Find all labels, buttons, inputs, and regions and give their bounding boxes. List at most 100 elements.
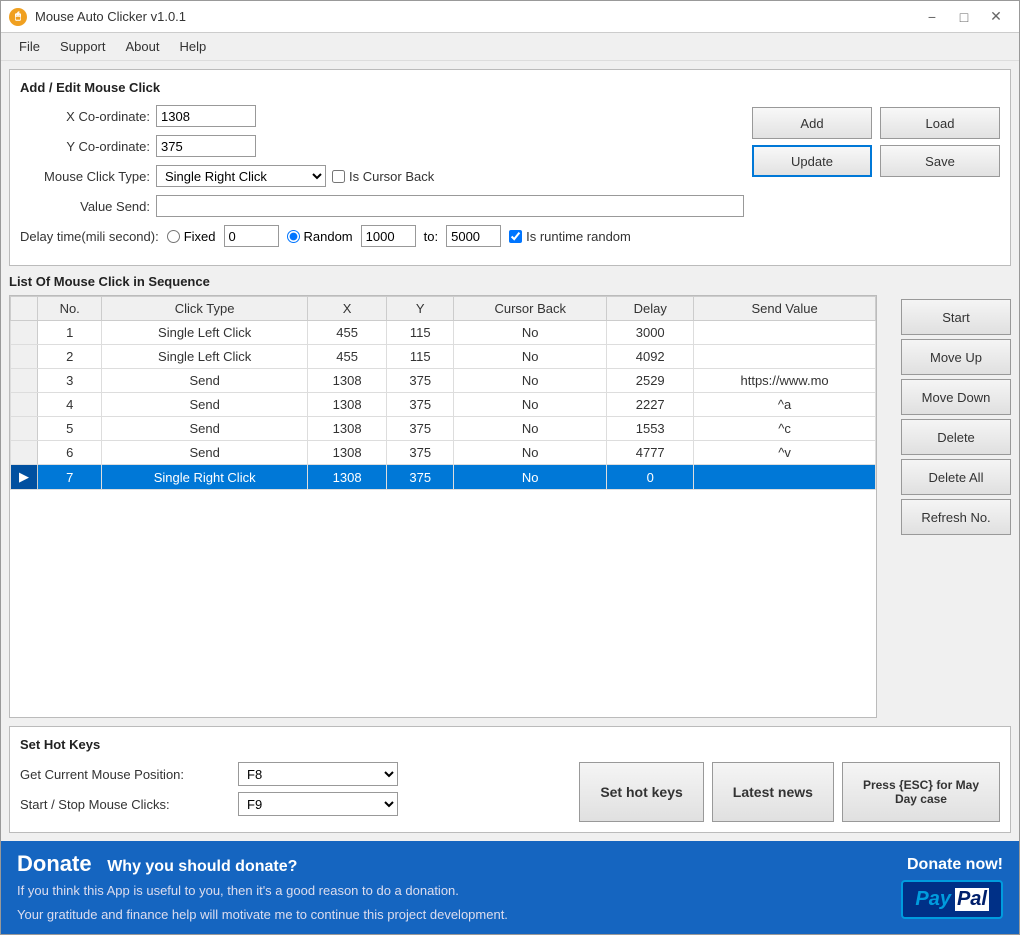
save-button[interactable]: Save bbox=[880, 145, 1000, 177]
load-button[interactable]: Load bbox=[880, 107, 1000, 139]
table-row[interactable]: 6Send1308375No4777^v bbox=[11, 441, 876, 465]
row-cell: 2529 bbox=[607, 369, 694, 393]
table-section-wrapper: List Of Mouse Click in Sequence No. Clic… bbox=[9, 274, 1011, 718]
row-cell: 0 bbox=[607, 465, 694, 490]
start-button[interactable]: Start bbox=[901, 299, 1011, 335]
delete-button[interactable]: Delete bbox=[901, 419, 1011, 455]
row-cell: 4 bbox=[38, 393, 102, 417]
row-cell: 375 bbox=[387, 441, 454, 465]
add-edit-title: Add / Edit Mouse Click bbox=[20, 80, 1000, 95]
value-send-input[interactable] bbox=[156, 195, 744, 217]
add-button[interactable]: Add bbox=[752, 107, 872, 139]
row-cell: ^c bbox=[694, 417, 876, 441]
press-esc-button[interactable]: Press {ESC} for MayDay case bbox=[842, 762, 1000, 822]
row-cell: Single Right Click bbox=[102, 465, 308, 490]
paypal-pay-text: Pay bbox=[915, 888, 951, 911]
random-radio-label[interactable]: Random bbox=[287, 229, 353, 244]
col-y: Y bbox=[387, 297, 454, 321]
menu-file[interactable]: File bbox=[9, 35, 50, 58]
cursor-back-checkbox[interactable] bbox=[332, 170, 345, 183]
fixed-radio[interactable] bbox=[167, 230, 180, 243]
row-arrow bbox=[11, 393, 38, 417]
menu-about[interactable]: About bbox=[116, 35, 170, 58]
menu-support[interactable]: Support bbox=[50, 35, 116, 58]
value-send-row: Value Send: bbox=[20, 195, 744, 217]
row-cell: 3000 bbox=[607, 321, 694, 345]
col-delay: Delay bbox=[607, 297, 694, 321]
row-cell: 455 bbox=[307, 345, 386, 369]
table-row[interactable]: 3Send1308375No2529https://www.mo bbox=[11, 369, 876, 393]
table-wrapper[interactable]: No. Click Type X Y Cursor Back Delay Sen… bbox=[10, 296, 876, 717]
refresh-no-button[interactable]: Refresh No. bbox=[901, 499, 1011, 535]
latest-news-button[interactable]: Latest news bbox=[712, 762, 834, 822]
row-cell: ^v bbox=[694, 441, 876, 465]
row-cell: 375 bbox=[387, 369, 454, 393]
table-row[interactable]: 1Single Left Click455115No3000 bbox=[11, 321, 876, 345]
row-cell: 1308 bbox=[307, 417, 386, 441]
random-from-input[interactable] bbox=[361, 225, 416, 247]
col-click-type: Click Type bbox=[102, 297, 308, 321]
runtime-random-checkbox[interactable] bbox=[509, 230, 522, 243]
random-to-input[interactable] bbox=[446, 225, 501, 247]
row-cell: 2 bbox=[38, 345, 102, 369]
table-and-buttons: No. Click Type X Y Cursor Back Delay Sen… bbox=[9, 295, 1011, 718]
arrow-col-header bbox=[11, 297, 38, 321]
random-radio[interactable] bbox=[287, 230, 300, 243]
table-row[interactable]: ▶7Single Right Click1308375No0 bbox=[11, 465, 876, 490]
row-cell: Send bbox=[102, 393, 308, 417]
row-cell: 1308 bbox=[307, 465, 386, 490]
row-cell: Send bbox=[102, 441, 308, 465]
row-arrow bbox=[11, 417, 38, 441]
fixed-value-input[interactable] bbox=[224, 225, 279, 247]
start-stop-select[interactable]: F9 bbox=[238, 792, 398, 816]
app-icon: 🖱 bbox=[9, 8, 27, 26]
minimize-button[interactable]: − bbox=[917, 6, 947, 28]
update-button[interactable]: Update bbox=[752, 145, 872, 177]
donate-title-row: Donate Why you should donate? bbox=[17, 851, 901, 877]
close-button[interactable]: ✕ bbox=[981, 6, 1011, 28]
row-cell: https://www.mo bbox=[694, 369, 876, 393]
row-cell: Send bbox=[102, 417, 308, 441]
action-buttons: Set hot keys Latest news Press {ESC} for… bbox=[579, 762, 1000, 822]
x-coord-row: X Co-ordinate: bbox=[20, 105, 744, 127]
row-cell: 3 bbox=[38, 369, 102, 393]
hotkeys-panel: Set Hot Keys Get Current Mouse Position:… bbox=[9, 726, 1011, 833]
runtime-random-label[interactable]: Is runtime random bbox=[509, 229, 631, 244]
fixed-radio-label[interactable]: Fixed bbox=[167, 229, 216, 244]
row-cell: Send bbox=[102, 369, 308, 393]
get-current-select[interactable]: F8 bbox=[238, 762, 398, 786]
row-cell: 2227 bbox=[607, 393, 694, 417]
table-row[interactable]: 4Send1308375No2227^a bbox=[11, 393, 876, 417]
row-cell: Single Left Click bbox=[102, 321, 308, 345]
donate-text2: Your gratitude and finance help will mot… bbox=[17, 905, 901, 925]
cursor-back-checkbox-label[interactable]: Is Cursor Back bbox=[332, 169, 434, 184]
set-hot-keys-button[interactable]: Set hot keys bbox=[579, 762, 703, 822]
donate-now-text: Donate now! bbox=[907, 856, 1003, 874]
x-coord-label: X Co-ordinate: bbox=[20, 109, 150, 124]
row-cell: 1308 bbox=[307, 369, 386, 393]
row-cell bbox=[694, 345, 876, 369]
click-type-label: Mouse Click Type: bbox=[20, 169, 150, 184]
y-coord-input[interactable] bbox=[156, 135, 256, 157]
row-cell: 6 bbox=[38, 441, 102, 465]
paypal-badge[interactable]: Pay Pal bbox=[901, 880, 1003, 919]
table-row[interactable]: 2Single Left Click455115No4092 bbox=[11, 345, 876, 369]
row-cell: 4777 bbox=[607, 441, 694, 465]
click-type-select[interactable]: Single Left Click Single Right Click Dou… bbox=[156, 165, 326, 187]
add-edit-form: X Co-ordinate: Y Co-ordinate: Mouse Clic… bbox=[20, 105, 744, 255]
x-coord-input[interactable] bbox=[156, 105, 256, 127]
row-cell: 115 bbox=[387, 321, 454, 345]
delete-all-button[interactable]: Delete All bbox=[901, 459, 1011, 495]
menu-bar: File Support About Help bbox=[1, 33, 1019, 61]
maximize-button[interactable]: □ bbox=[949, 6, 979, 28]
row-arrow bbox=[11, 345, 38, 369]
move-down-button[interactable]: Move Down bbox=[901, 379, 1011, 415]
menu-help[interactable]: Help bbox=[169, 35, 216, 58]
row-cell: No bbox=[454, 321, 607, 345]
move-up-button[interactable]: Move Up bbox=[901, 339, 1011, 375]
main-content: Add / Edit Mouse Click X Co-ordinate: Y … bbox=[1, 61, 1019, 841]
table-row[interactable]: 5Send1308375No1553^c bbox=[11, 417, 876, 441]
donate-bar: Donate Why you should donate? If you thi… bbox=[1, 841, 1019, 934]
row-cell: 1308 bbox=[307, 393, 386, 417]
horizontal-scrollbar[interactable]: ◀ ▶ bbox=[10, 717, 876, 718]
